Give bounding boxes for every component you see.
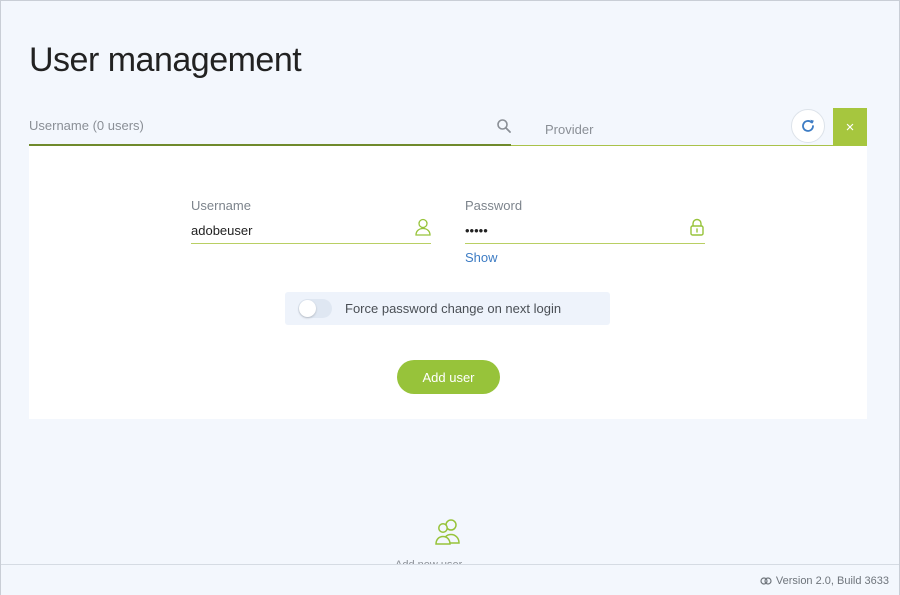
- user-search: [29, 108, 511, 146]
- provider-select[interactable]: Provider ×: [511, 108, 867, 146]
- force-password-change-row: Force password change on next login: [285, 292, 610, 325]
- users-icon: [435, 519, 460, 545]
- app-window: User management Provider × Username: [0, 0, 900, 595]
- version-info: Version 2.0, Build 3633: [760, 575, 889, 587]
- close-button[interactable]: ×: [833, 108, 867, 146]
- provider-label: Provider: [545, 122, 594, 137]
- force-password-change-toggle[interactable]: [298, 299, 332, 318]
- password-label: Password: [465, 198, 523, 213]
- username-field: Username: [191, 198, 431, 244]
- show-password-link[interactable]: Show: [465, 250, 498, 265]
- password-input[interactable]: [465, 221, 675, 239]
- refresh-button[interactable]: [791, 109, 825, 143]
- password-field: Password: [465, 198, 705, 244]
- force-password-change-label: Force password change on next login: [345, 301, 562, 316]
- user-icon: [415, 218, 431, 236]
- username-label: Username: [191, 198, 251, 213]
- page-title: User management: [29, 41, 302, 79]
- search-icon[interactable]: [496, 118, 512, 134]
- link-icon: [760, 577, 772, 585]
- add-user-form: Username Password Show Force password ch…: [29, 146, 867, 419]
- toggle-knob: [299, 300, 316, 317]
- footer: Version 2.0, Build 3633: [1, 564, 899, 595]
- username-input[interactable]: [191, 221, 401, 239]
- lock-icon: [690, 218, 704, 236]
- search-input[interactable]: [29, 114, 489, 136]
- version-text: Version 2.0, Build 3633: [775, 575, 889, 587]
- add-user-button[interactable]: Add user: [397, 360, 500, 394]
- refresh-icon: [802, 119, 814, 132]
